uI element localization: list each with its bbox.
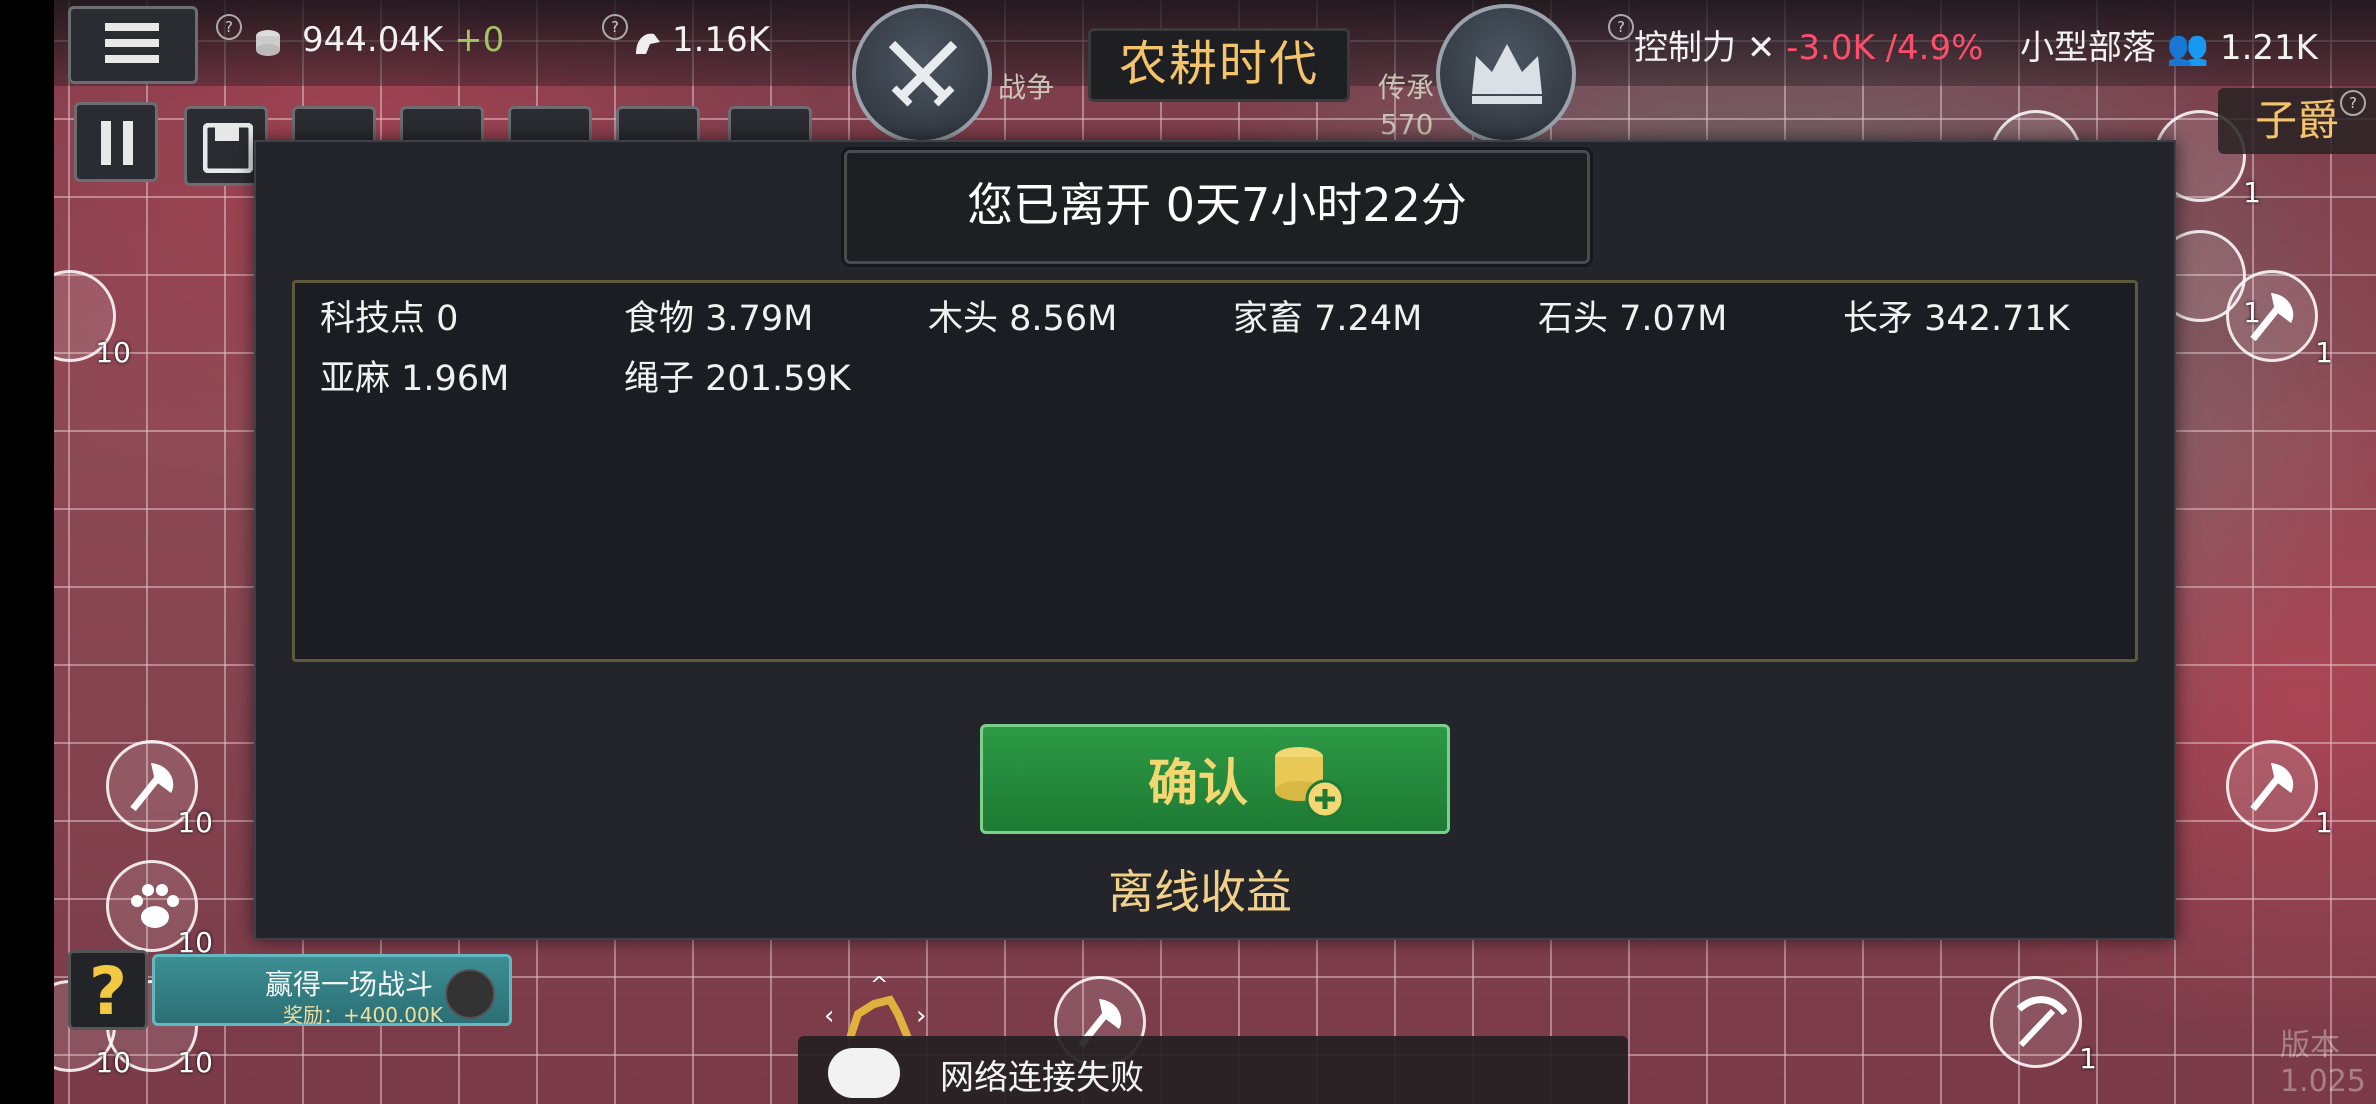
tile-count: 10: [95, 336, 131, 369]
gold-counter: 944.04K +0: [302, 20, 504, 60]
era-title: 农耕时代: [1088, 28, 1350, 102]
reward-value: 0: [436, 299, 459, 339]
tile-count: 10: [177, 806, 213, 839]
away-time-title: 您已离开 0天7小时22分: [841, 147, 1593, 267]
reward-item: 绳子 201.59K: [624, 350, 851, 401]
strength-value: 1.16K: [672, 20, 770, 60]
tile-count: 10: [95, 1046, 131, 1079]
tile-count: 1: [2315, 336, 2333, 369]
help-icon[interactable]: ?: [1608, 14, 1634, 40]
help-icon[interactable]: ?: [216, 14, 242, 40]
population-value: 1.21K: [2219, 28, 2318, 68]
reward-name: 科技点: [320, 299, 426, 339]
reward-name: 长矛: [1843, 299, 1914, 339]
quest-orb-icon: [445, 969, 495, 1019]
tile-count: 1: [2315, 806, 2333, 839]
axe-tile[interactable]: 10: [106, 740, 213, 839]
chat-message: 网络连接失败: [940, 1058, 1144, 1098]
quest-reward: 奖励：+400.00K: [283, 1003, 443, 1027]
tile-count: 1: [2243, 176, 2261, 209]
war-button[interactable]: [852, 4, 992, 144]
reward-item: 长矛 342.71K: [1843, 290, 2070, 341]
control-stat: 控制力 ✕ -3.0K /4.9%: [1634, 20, 1983, 69]
pause-button[interactable]: [74, 102, 158, 182]
crown-icon: [1472, 44, 1542, 104]
reward-name: 亚麻: [320, 359, 391, 399]
tile-count: 1: [2079, 1042, 2097, 1075]
chat-bar[interactable]: 网络连接失败: [798, 1036, 1628, 1104]
reward-item: 家畜 7.24M: [1233, 290, 1422, 341]
heritage-value: 570: [1380, 108, 1434, 141]
paw-icon: [131, 884, 179, 928]
save-icon: [203, 123, 253, 173]
pickaxe-icon: [2016, 996, 2067, 1048]
reward-value: 7.24M: [1314, 299, 1423, 339]
svg-text:›: ›: [916, 1001, 926, 1031]
strength-icon: [636, 33, 660, 54]
svg-text:^: ^: [870, 974, 888, 998]
quest-panel[interactable]: 赢得一场战斗 奖励：+400.00K: [152, 954, 512, 1027]
reward-value: 3.79M: [705, 299, 814, 339]
reward-value: 201.59K: [705, 359, 851, 399]
paw-tile[interactable]: 10: [106, 860, 213, 959]
horse-unit-icon[interactable]: ‹ › ^: [824, 974, 934, 1044]
war-label: 战争: [998, 71, 1055, 104]
gold-delta: +0: [454, 20, 505, 60]
chat-bubble-icon: [828, 1048, 900, 1098]
reward-item: 科技点 0: [320, 290, 458, 341]
reward-name: 食物: [624, 299, 695, 339]
tile-count: 10: [177, 1046, 213, 1079]
axe-icon: [130, 763, 174, 812]
help-icon[interactable]: ?: [2340, 90, 2366, 116]
reward-name: 木头: [928, 299, 999, 339]
svg-text:‹: ‹: [824, 1001, 834, 1031]
control-label: 控制力: [1634, 28, 1736, 68]
crossed-swords-small-icon: ✕: [1746, 28, 1776, 68]
reward-value: 7.07M: [1619, 299, 1728, 339]
tribe-label: 小型部落: [2020, 28, 2156, 68]
reward-name: 绳子: [624, 359, 695, 399]
axe-tile[interactable]: 1: [2226, 740, 2333, 839]
tile-count: 1: [2243, 296, 2261, 329]
reward-name: 家畜: [1233, 299, 1304, 339]
confirm-button[interactable]: 确认: [980, 724, 1450, 834]
reward-item: 木头 8.56M: [928, 290, 1117, 341]
coins-plus-icon: [1275, 747, 1345, 819]
people-icon: 👥: [2166, 28, 2210, 68]
help-button[interactable]: ?: [68, 950, 148, 1030]
control-value: -3.0K /4.9%: [1786, 28, 1984, 68]
reward-item: 亚麻 1.96M: [320, 350, 509, 401]
offline-earnings-label: 离线收益: [1108, 865, 1292, 919]
reward-value: 1.96M: [401, 359, 510, 399]
heritage-button[interactable]: [1436, 4, 1576, 144]
pickaxe-tile[interactable]: 1: [1990, 976, 2097, 1075]
menu-button[interactable]: [68, 6, 198, 84]
pause-icon: [101, 121, 111, 165]
reward-value: 342.71K: [1924, 299, 2070, 339]
reward-item: 石头 7.07M: [1538, 290, 1727, 341]
reward-item: 食物 3.79M: [624, 290, 813, 341]
reward-value: 8.56M: [1009, 299, 1118, 339]
coin-icon: [256, 30, 280, 56]
menu-icon: [105, 23, 159, 31]
gold-value: 944.04K: [302, 20, 444, 60]
crossed-swords-icon: [888, 40, 958, 107]
confirm-label: 确认: [1148, 754, 1248, 812]
heritage-label: 传承: [1378, 71, 1435, 104]
reward-name: 石头: [1538, 299, 1609, 339]
axe-icon: [2250, 763, 2294, 812]
version-label: 版本1.025: [2280, 1028, 2366, 1099]
help-icon[interactable]: ?: [602, 14, 628, 40]
quest-title: 赢得一场战斗: [265, 968, 434, 1001]
tribe-stat: 小型部落 👥 1.21K: [2020, 20, 2318, 69]
